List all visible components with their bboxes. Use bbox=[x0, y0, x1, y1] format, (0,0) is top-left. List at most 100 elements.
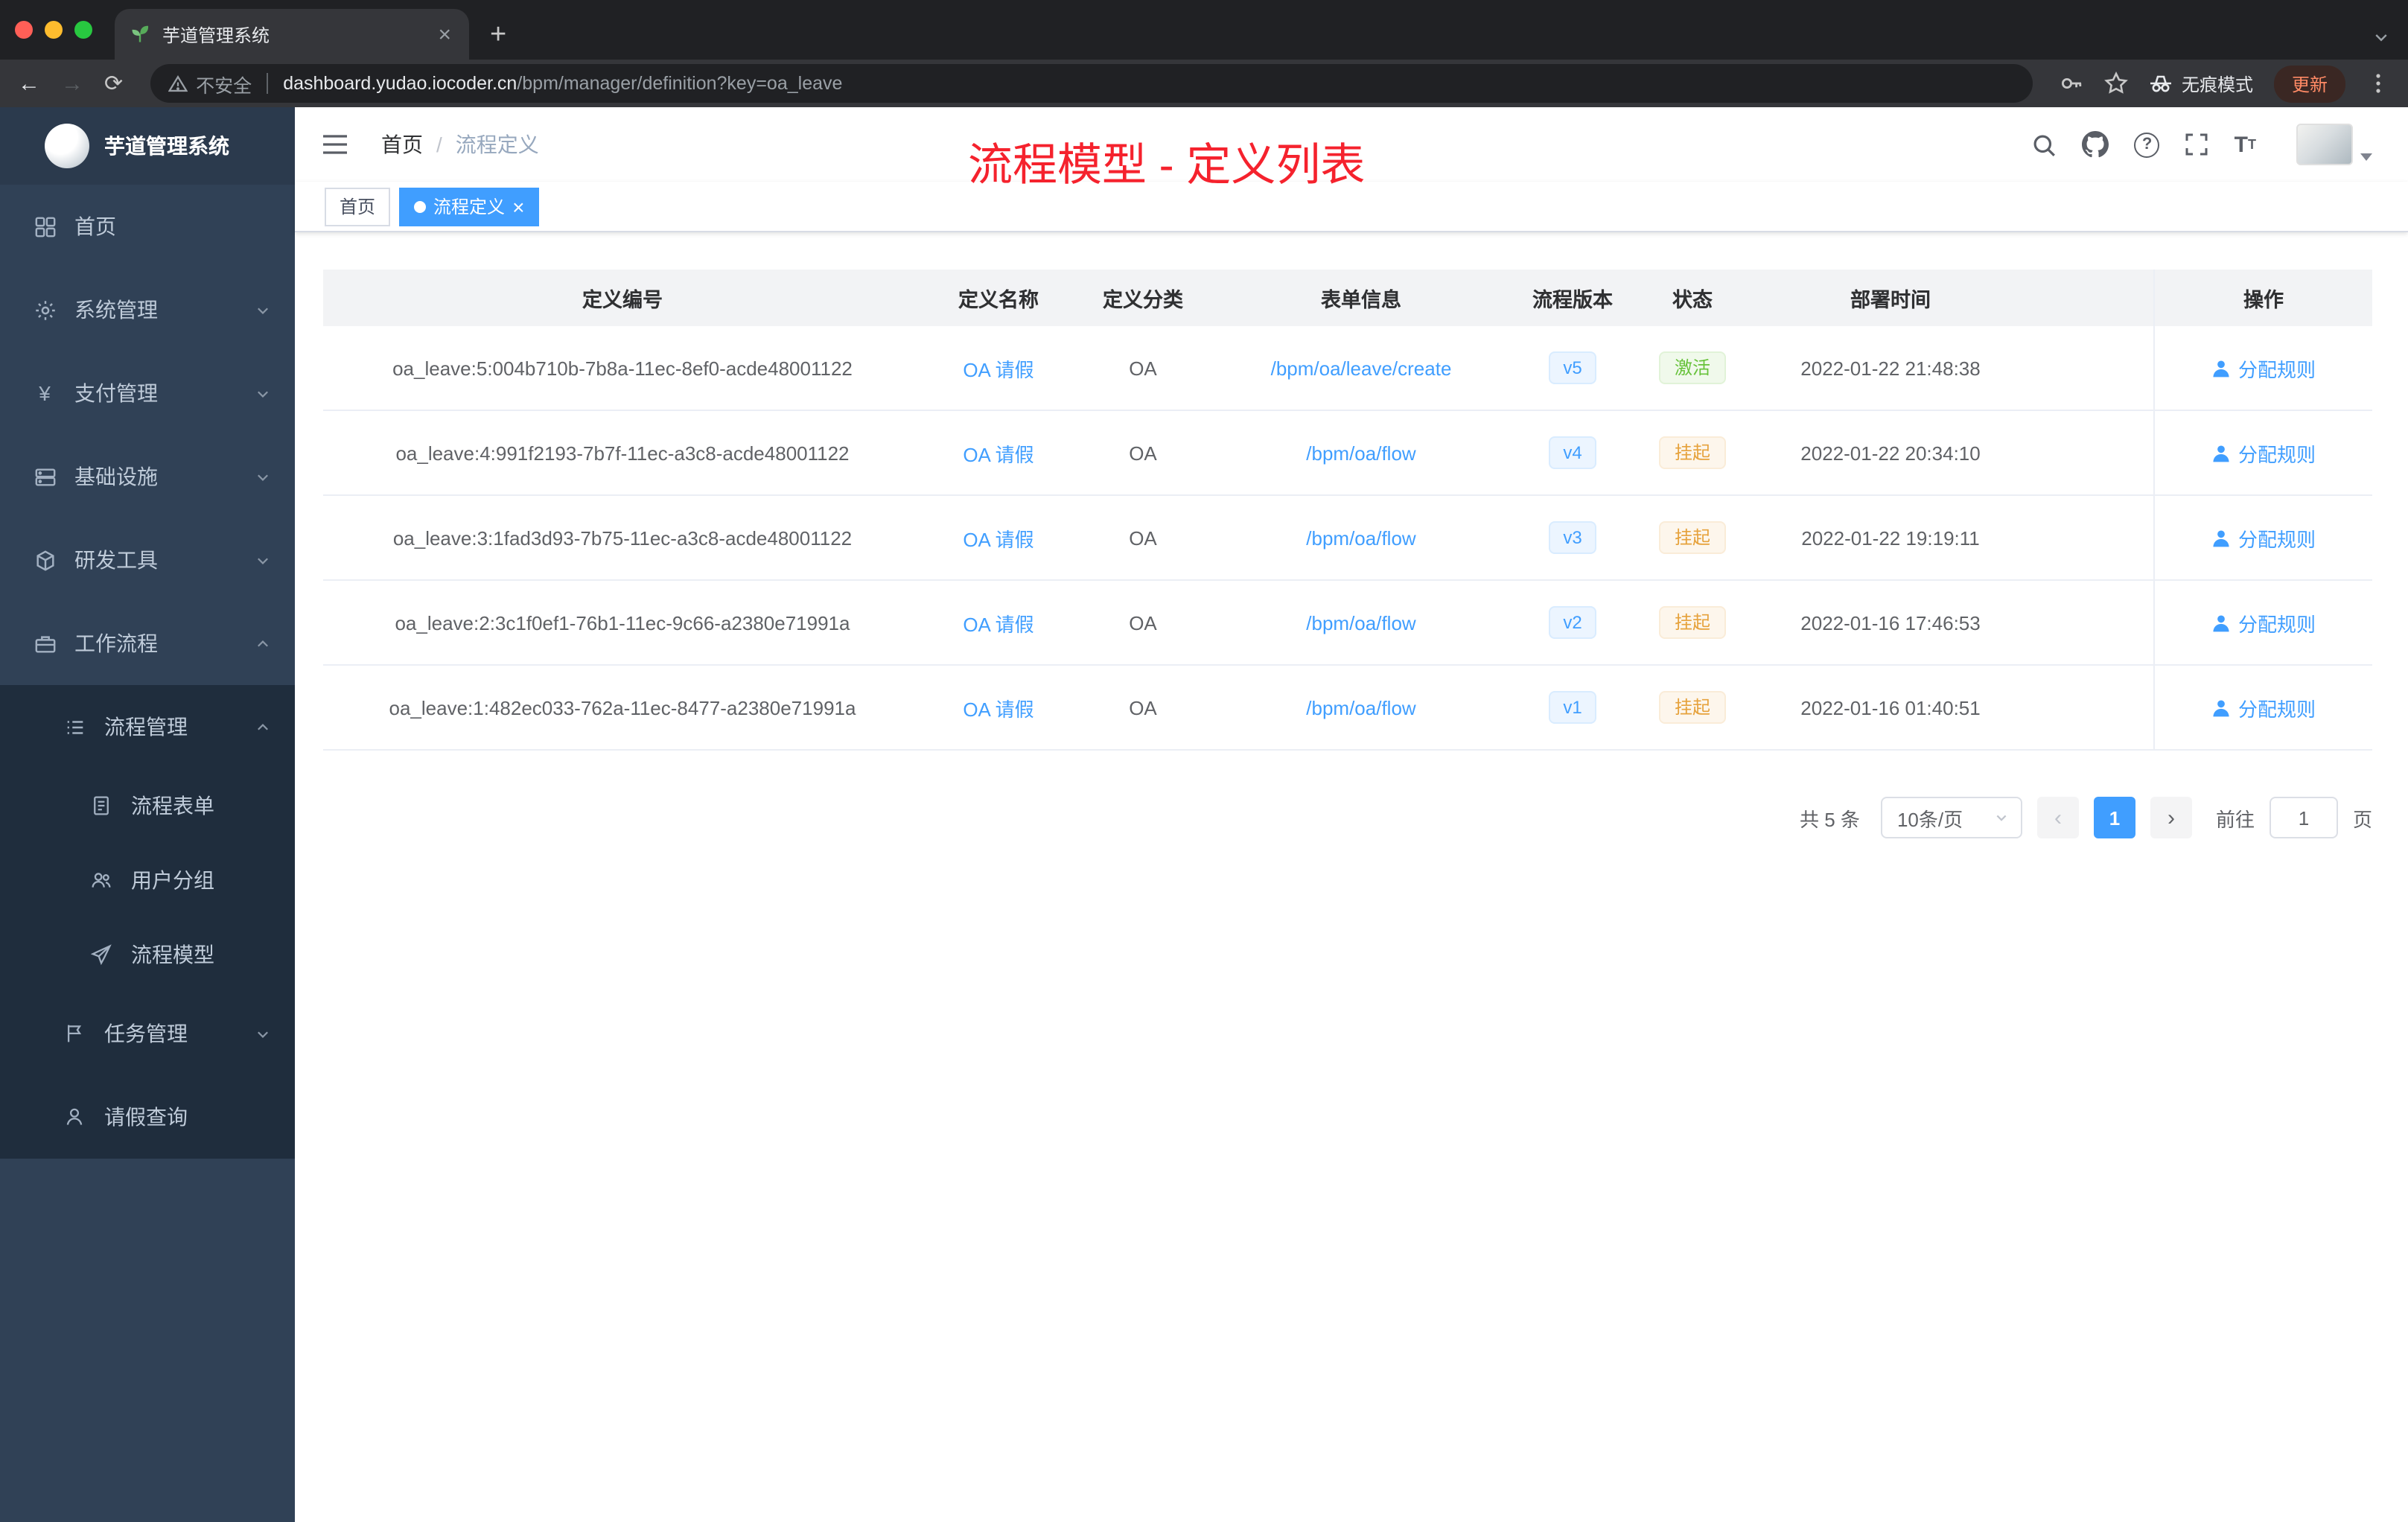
chevron-down-icon bbox=[255, 1025, 271, 1042]
cell-category: OA bbox=[1129, 611, 1157, 634]
paper-plane-icon bbox=[89, 943, 113, 967]
window-maximize-button[interactable] bbox=[74, 21, 92, 39]
form-link[interactable]: /bpm/oa/flow bbox=[1306, 696, 1415, 719]
sidebar-item-payment[interactable]: ¥ 支付管理 bbox=[0, 351, 295, 435]
goto-page-input[interactable] bbox=[2269, 797, 2338, 838]
definition-name-link[interactable]: OA 请假 bbox=[963, 439, 1033, 467]
tab-search-chevron-icon[interactable] bbox=[2372, 28, 2390, 46]
search-icon[interactable] bbox=[2032, 132, 2057, 157]
col-header-status: 状态 bbox=[1672, 289, 1713, 311]
window-minimize-button[interactable] bbox=[45, 21, 63, 39]
status-badge: 挂起 bbox=[1659, 520, 1725, 555]
sidebar-item-process-management[interactable]: 流程管理 bbox=[0, 685, 295, 768]
assign-rule-link[interactable]: 分配规则 bbox=[2211, 354, 2316, 382]
sidebar-item-dev-tools[interactable]: 研发工具 bbox=[0, 518, 295, 602]
assign-rule-link[interactable]: 分配规则 bbox=[2211, 439, 2316, 467]
fullscreen-icon[interactable] bbox=[2185, 133, 2209, 156]
table-row: oa_leave:2:3c1f0ef1-76b1-11ec-9c66-a2380… bbox=[323, 581, 2372, 666]
col-header-actions: 操作 bbox=[2153, 270, 2372, 326]
sidebar-item-system[interactable]: 系统管理 bbox=[0, 268, 295, 351]
definition-name-link[interactable]: OA 请假 bbox=[963, 523, 1033, 552]
window-close-button[interactable] bbox=[15, 21, 33, 39]
cell-spacer bbox=[2030, 666, 2153, 749]
version-badge: v4 bbox=[1548, 436, 1597, 470]
cell-category: OA bbox=[1129, 357, 1157, 379]
main-panel: 流程模型 - 定义列表 首页 / 流程定义 ? T T 首页 流程定义 × 定义… bbox=[295, 107, 2408, 1522]
chevron-up-icon bbox=[255, 635, 271, 652]
version-badge: v5 bbox=[1548, 351, 1597, 385]
forward-button[interactable]: → bbox=[61, 72, 83, 95]
page-number-button[interactable]: 1 bbox=[2093, 797, 2135, 838]
pagination: 共 5 条 10条/页 ‹ 1 › 前往 页 bbox=[323, 797, 2372, 838]
form-link[interactable]: /bpm/oa/flow bbox=[1306, 526, 1415, 549]
font-size-icon[interactable]: TT bbox=[2235, 133, 2256, 156]
sidebar-item-user-group[interactable]: 用户分组 bbox=[0, 843, 295, 917]
breadcrumb-home[interactable]: 首页 bbox=[381, 130, 423, 159]
browser-menu-icon[interactable] bbox=[2366, 71, 2390, 95]
annotation-title: 流程模型 - 定义列表 bbox=[968, 141, 1366, 191]
form-link[interactable]: /bpm/oa/flow bbox=[1306, 611, 1415, 634]
definition-name-link[interactable]: OA 请假 bbox=[963, 693, 1033, 722]
sidebar-logo: 芋道管理系统 bbox=[0, 107, 295, 185]
browser-tab[interactable]: 芋道管理系统 × bbox=[115, 9, 469, 60]
chevron-down-icon bbox=[255, 385, 271, 401]
sidebar-item-process-form[interactable]: 流程表单 bbox=[0, 768, 295, 843]
incognito-label: 无痕模式 bbox=[2181, 74, 2253, 95]
user-avatar[interactable] bbox=[2296, 124, 2353, 165]
page-size-select[interactable]: 10条/页 bbox=[1880, 797, 2022, 838]
sidebar-item-home[interactable]: 首页 bbox=[0, 185, 295, 268]
flag-icon bbox=[63, 1022, 86, 1045]
goto-label: 前往 bbox=[2215, 808, 2255, 830]
form-link[interactable]: /bpm/oa/leave/create bbox=[1271, 357, 1452, 379]
reload-button[interactable]: ⟳ bbox=[104, 72, 123, 95]
sidebar-item-workflow[interactable]: 工作流程 bbox=[0, 602, 295, 685]
avatar-caret-icon bbox=[2360, 153, 2372, 161]
bookmark-star-icon[interactable] bbox=[2104, 71, 2128, 95]
address-bar[interactable]: 不安全 dashboard.yudao.iocoder.cn /bpm/mana… bbox=[150, 64, 2033, 103]
user-menu[interactable] bbox=[2296, 124, 2372, 165]
table-row: oa_leave:4:991f2193-7b7f-11ec-a3c8-acde4… bbox=[323, 411, 2372, 496]
col-header-version: 流程版本 bbox=[1532, 289, 1613, 311]
password-key-icon[interactable] bbox=[2060, 71, 2083, 95]
sidebar-item-infrastructure[interactable]: 基础设施 bbox=[0, 435, 295, 518]
tag-close-icon[interactable]: × bbox=[512, 196, 524, 217]
cell-spacer bbox=[2030, 411, 2153, 494]
sidebar-item-leave-query[interactable]: 请假查询 bbox=[0, 1075, 295, 1159]
definition-name-link[interactable]: OA 请假 bbox=[963, 354, 1033, 382]
prev-page-button[interactable]: ‹ bbox=[2036, 797, 2079, 838]
new-tab-button[interactable]: + bbox=[490, 21, 506, 49]
sidebar-item-process-model[interactable]: 流程模型 bbox=[0, 917, 295, 992]
tag-home[interactable]: 首页 bbox=[325, 187, 391, 226]
tag-process-definition[interactable]: 流程定义 × bbox=[399, 187, 540, 226]
form-link[interactable]: /bpm/oa/flow bbox=[1306, 442, 1415, 464]
security-label[interactable]: 不安全 bbox=[196, 69, 252, 98]
definition-table: 定义编号 定义名称 定义分类 表单信息 流程版本 状态 部署时间 操作 oa_l… bbox=[323, 270, 2372, 751]
sidebar-collapse-icon[interactable] bbox=[322, 133, 348, 156]
github-icon[interactable] bbox=[2082, 131, 2109, 158]
cube-icon bbox=[33, 548, 57, 572]
help-icon[interactable] bbox=[2134, 132, 2160, 157]
assign-rule-link[interactable]: 分配规则 bbox=[2211, 608, 2316, 637]
form-icon bbox=[89, 794, 113, 818]
logo-title: 芋道管理系统 bbox=[104, 134, 229, 158]
version-badge: v1 bbox=[1548, 690, 1597, 725]
next-page-button[interactable]: › bbox=[2150, 797, 2192, 838]
back-button[interactable]: ← bbox=[18, 72, 40, 95]
tab-strip: 芋道管理系统 × + bbox=[0, 0, 2408, 60]
cell-deploy-time: 2022-01-22 20:34:10 bbox=[1800, 442, 1981, 464]
assign-rule-link[interactable]: 分配规则 bbox=[2211, 523, 2316, 552]
chevron-down-icon bbox=[255, 302, 271, 318]
person-icon bbox=[2213, 529, 2229, 547]
person-icon bbox=[2213, 360, 2229, 377]
definition-name-link[interactable]: OA 请假 bbox=[963, 608, 1033, 637]
page-content: 定义编号 定义名称 定义分类 表单信息 流程版本 状态 部署时间 操作 oa_l… bbox=[295, 232, 2408, 1522]
sidebar-item-task-management[interactable]: 任务管理 bbox=[0, 992, 295, 1075]
browser-update-button[interactable]: 更新 bbox=[2273, 65, 2345, 102]
tab-close-icon[interactable]: × bbox=[435, 23, 454, 45]
cell-deploy-time: 2022-01-22 21:48:38 bbox=[1800, 357, 1981, 379]
assign-rule-link[interactable]: 分配规则 bbox=[2211, 693, 2316, 722]
breadcrumb-current: 流程定义 bbox=[455, 133, 539, 156]
window-controls bbox=[15, 21, 92, 39]
active-tag-dot bbox=[414, 200, 427, 212]
version-badge: v2 bbox=[1548, 605, 1597, 640]
